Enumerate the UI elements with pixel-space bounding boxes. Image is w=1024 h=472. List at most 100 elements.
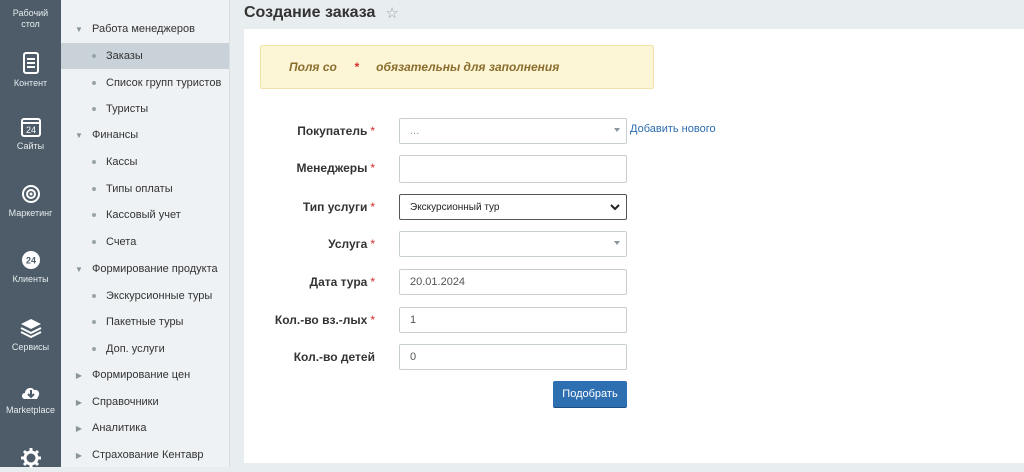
service-select[interactable] xyxy=(399,231,627,257)
menu-label: Финансы xyxy=(92,129,139,141)
rail-label: Маркетинг xyxy=(8,208,53,218)
menu-label: Экскурсионные туры xyxy=(106,290,213,302)
required-star: * xyxy=(370,275,375,289)
buyer-select[interactable]: ... xyxy=(399,118,627,144)
notice-text: Поля со * обязательны для заполнения xyxy=(275,60,559,74)
buyer-value: ... xyxy=(410,125,420,137)
menu-group-pricing[interactable]: ▶ Формирование цен xyxy=(61,362,229,388)
search-button[interactable]: Подобрать xyxy=(553,381,627,407)
menu-label: Формирование цен xyxy=(92,369,191,381)
triangle-right-icon: ▶ xyxy=(75,423,83,433)
menu-label: Счета xyxy=(106,236,137,248)
managers-input[interactable] xyxy=(399,155,627,183)
bullet-icon xyxy=(92,240,96,244)
menu-group-analytics[interactable]: ▶ Аналитика xyxy=(61,415,229,441)
tour-date-label-text: Дата тура xyxy=(309,275,368,289)
menu-group-directories[interactable]: ▶ Справочники xyxy=(61,389,229,415)
rail-item-services[interactable]: Сервисы xyxy=(0,318,61,353)
menu-item-cash-desks[interactable]: Кассы xyxy=(61,149,229,175)
menu-item-cash-accounting[interactable]: Кассовый учет xyxy=(61,202,229,228)
menu-item-invoices[interactable]: Счета xyxy=(61,229,229,255)
target-icon xyxy=(21,185,40,203)
bullet-icon xyxy=(92,187,96,191)
svg-text:24: 24 xyxy=(25,125,35,135)
adults-value: 1 xyxy=(410,314,417,326)
caret-down-icon xyxy=(614,241,620,245)
page-title: Создание заказа xyxy=(244,4,376,21)
row-buyer: Покупатель * ... Добавить нового xyxy=(244,118,1024,146)
triangle-right-icon: ▶ xyxy=(75,397,83,407)
rail-item-marketing[interactable]: Маркетинг xyxy=(0,184,61,219)
rail-item-desktop[interactable]: Рабочий стол xyxy=(0,8,61,30)
menu-group-product[interactable]: ▼ Формирование продукта xyxy=(61,256,229,282)
required-star: * xyxy=(370,237,375,251)
rail-label: Контент xyxy=(13,78,48,88)
triangle-down-icon: ▼ xyxy=(75,264,83,274)
menu-group-insurance[interactable]: ▶ Страхование Кентавр xyxy=(61,442,229,468)
row-managers: Менеджеры * xyxy=(244,155,1024,183)
service-label: Услуга * xyxy=(328,237,375,251)
notice-prefix: Поля со xyxy=(289,60,341,74)
triangle-down-icon: ▼ xyxy=(75,24,83,34)
row-service: Услуга * xyxy=(244,231,1024,259)
rail-item-marketplace[interactable]: Marketplace xyxy=(0,383,61,416)
rail-item-content[interactable]: Контент xyxy=(0,52,61,89)
svg-text:24: 24 xyxy=(25,256,35,266)
children-count-input[interactable]: 0 xyxy=(399,344,627,370)
menu-item-excursion-tours[interactable]: Экскурсионные туры xyxy=(61,283,229,309)
service-type-value: Экскурсионный тур xyxy=(410,201,500,213)
menu-label: Формирование продукта xyxy=(92,263,218,275)
triangle-down-icon: ▼ xyxy=(75,130,83,140)
bullet-icon xyxy=(92,54,96,58)
menu-label: Пакетные туры xyxy=(106,316,184,328)
managers-label-text: Менеджеры xyxy=(296,161,368,175)
menu-item-package-tours[interactable]: Пакетные туры xyxy=(61,309,229,335)
menu-label: Типы оплаты xyxy=(106,183,173,195)
rail-label: Marketplace xyxy=(5,405,56,415)
menu-label: Доп. услуги xyxy=(106,343,165,355)
bullet-icon xyxy=(92,213,96,217)
bullet-icon xyxy=(92,107,96,111)
menu-label: Кассы xyxy=(106,156,138,168)
notice-suffix: обязательны для заполнения xyxy=(372,60,560,74)
menu-item-extra-services[interactable]: Доп. услуги xyxy=(61,336,229,362)
menu-label: Аналитика xyxy=(92,422,147,434)
required-fields-notice: Поля со * обязательны для заполнения xyxy=(260,45,654,89)
content-icon xyxy=(22,52,39,74)
star-icon[interactable]: ☆ xyxy=(385,4,398,22)
menu-item-payment-types[interactable]: Типы оплаты xyxy=(61,176,229,202)
children-value: 0 xyxy=(410,351,417,363)
service-label-text: Услуга xyxy=(328,237,368,251)
rail-label: Сервисы xyxy=(11,342,50,352)
rail-item-settings[interactable] xyxy=(0,448,61,472)
buyer-label: Покупатель * xyxy=(297,124,375,138)
chevron-down-icon xyxy=(610,204,620,211)
menu-label: Кассовый учет xyxy=(106,209,181,221)
page-header: Создание заказа ☆ xyxy=(244,0,399,26)
menu-item-tourist-groups[interactable]: Список групп туристов xyxy=(61,70,229,96)
required-star: * xyxy=(370,200,375,214)
menu-group-managers[interactable]: ▼ Работа менеджеров xyxy=(61,16,229,42)
bullet-icon xyxy=(92,347,96,351)
tour-date-input[interactable]: 20.01.2024 xyxy=(399,269,627,295)
adults-count-input[interactable]: 1 xyxy=(399,307,627,333)
caret-down-icon xyxy=(614,128,620,132)
menu-group-finance[interactable]: ▼ Финансы xyxy=(61,122,229,148)
menu-item-orders[interactable]: Заказы xyxy=(61,43,229,69)
rail-label: Сайты xyxy=(16,141,45,151)
tour-date-label: Дата тура * xyxy=(310,275,375,289)
row-adults: Кол.-во вз.-лых * 1 xyxy=(244,307,1024,335)
row-children: Кол.-во детей 0 xyxy=(244,344,1024,372)
adults-label-text: Кол.-во вз.-лых xyxy=(274,313,368,327)
rail-item-clients[interactable]: 24 Клиенты xyxy=(0,250,61,285)
row-tour-date: Дата тура * 20.01.2024 xyxy=(244,269,1024,297)
service-type-select[interactable]: Экскурсионный тур xyxy=(399,194,627,220)
menu-item-tourists[interactable]: Туристы xyxy=(61,96,229,122)
gear-icon xyxy=(20,448,41,468)
rail-item-sites[interactable]: 24 Сайты xyxy=(0,117,61,152)
row-service-type: Тип услуги * Экскурсионный тур xyxy=(244,194,1024,222)
required-star: * xyxy=(370,161,375,175)
layers-icon xyxy=(20,319,41,338)
add-new-buyer-link[interactable]: Добавить нового xyxy=(630,123,716,135)
rail-label: Клиенты xyxy=(12,274,49,284)
